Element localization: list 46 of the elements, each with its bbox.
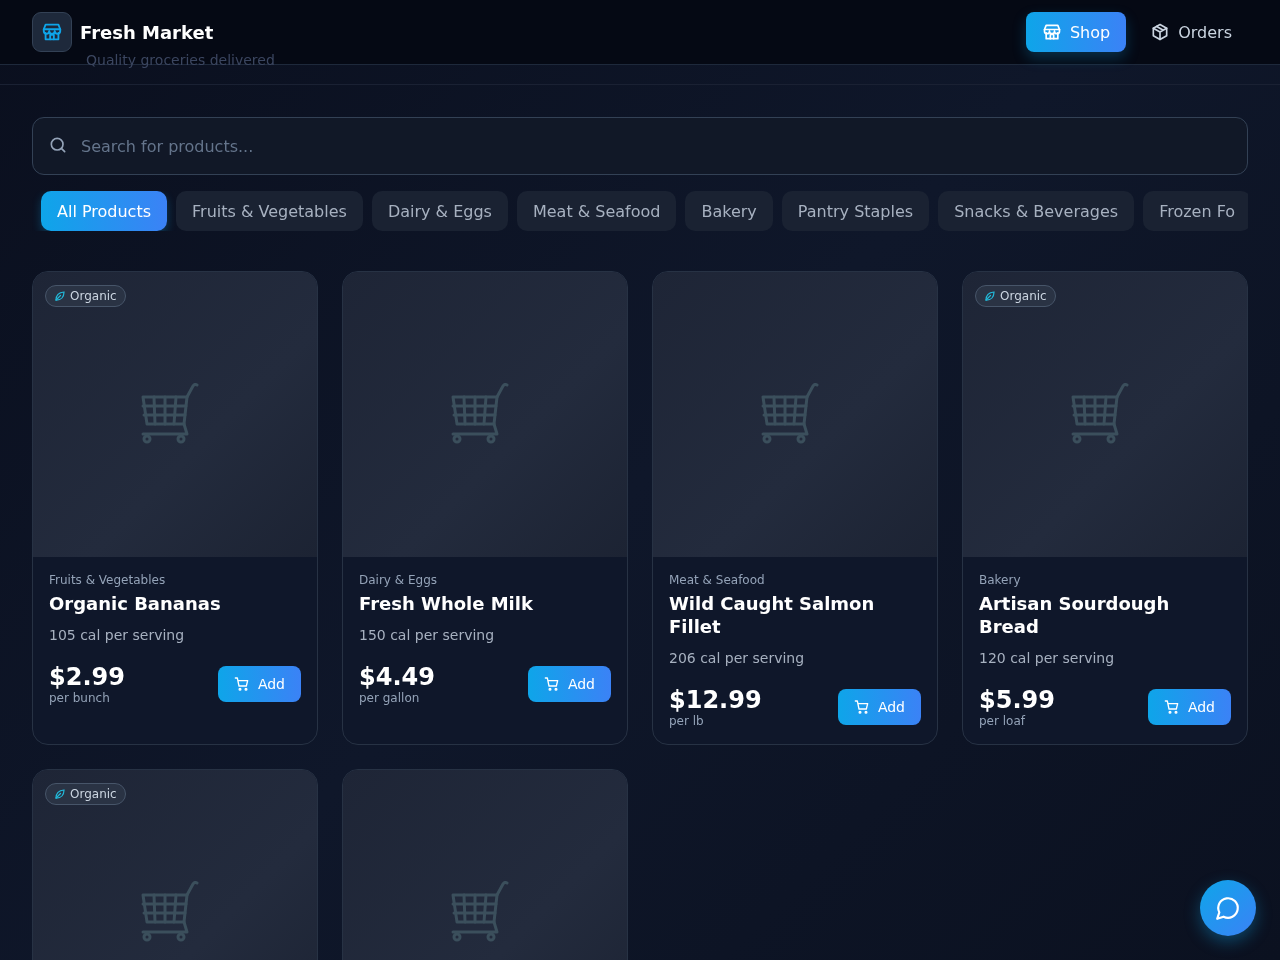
- product-price: $5.99: [979, 686, 1055, 714]
- product-name: Fresh Whole Milk: [359, 592, 534, 615]
- store-icon: [41, 21, 63, 43]
- search-field[interactable]: Search for products...: [32, 117, 1248, 175]
- category-chip[interactable]: Snacks & Beverages: [938, 191, 1135, 231]
- category-chip[interactable]: Fruits & Vegetables: [176, 191, 363, 231]
- product-name: Wild Caught Salmon Fillet: [669, 592, 876, 638]
- price-unit: per lb: [669, 714, 705, 728]
- cart-icon: [1163, 699, 1180, 715]
- category-chip[interactable]: Pantry Staples: [781, 191, 930, 231]
- cart-icon: [543, 676, 560, 692]
- nav-tab[interactable]: Orders: [1134, 12, 1248, 52]
- app-subtitle: Quality groceries delivered: [86, 52, 275, 68]
- calorie-info: 105 cal per serving: [49, 627, 186, 643]
- product-category: Dairy & Eggs: [359, 573, 439, 587]
- product-price: $4.49: [359, 663, 435, 691]
- category-chip[interactable]: Dairy & Eggs: [371, 191, 508, 231]
- store-icon: [1041, 22, 1062, 42]
- leaf-icon: [984, 290, 996, 302]
- chat-button[interactable]: [1200, 880, 1256, 936]
- calorie-info: 206 cal per serving: [669, 650, 806, 666]
- badge-label: Organic: [70, 289, 117, 303]
- cart-icon: [853, 699, 870, 715]
- leaf-icon: [54, 788, 66, 800]
- category-chip[interactable]: Bakery: [685, 191, 773, 231]
- product-price: $12.99: [669, 686, 762, 714]
- category-chip[interactable]: Meat & Seafood: [516, 191, 677, 231]
- product-name: Artisan Sourdough Bread: [979, 592, 1171, 638]
- badge-label: Organic: [1000, 289, 1047, 303]
- leaf-icon: [54, 290, 66, 302]
- category-chip[interactable]: Frozen Fo: [1143, 191, 1248, 231]
- box-icon: [1150, 22, 1171, 42]
- chat-icon: [1215, 895, 1241, 921]
- calorie-info: 120 cal per serving: [979, 650, 1116, 666]
- product-category: Bakery: [979, 573, 1022, 587]
- calorie-info: 150 cal per serving: [359, 627, 496, 643]
- cart-icon: [233, 676, 250, 692]
- product-category: Meat & Seafood: [669, 573, 766, 587]
- product-name: Organic Bananas: [49, 592, 222, 615]
- badge-label: Organic: [70, 787, 117, 801]
- product-category: Fruits & Vegetables: [49, 573, 167, 587]
- app-title: Fresh Market: [80, 21, 214, 43]
- price-unit: per loaf: [979, 714, 1027, 728]
- product-price: $2.99: [49, 663, 125, 691]
- price-unit: per gallon: [359, 691, 421, 705]
- price-unit: per bunch: [49, 691, 111, 705]
